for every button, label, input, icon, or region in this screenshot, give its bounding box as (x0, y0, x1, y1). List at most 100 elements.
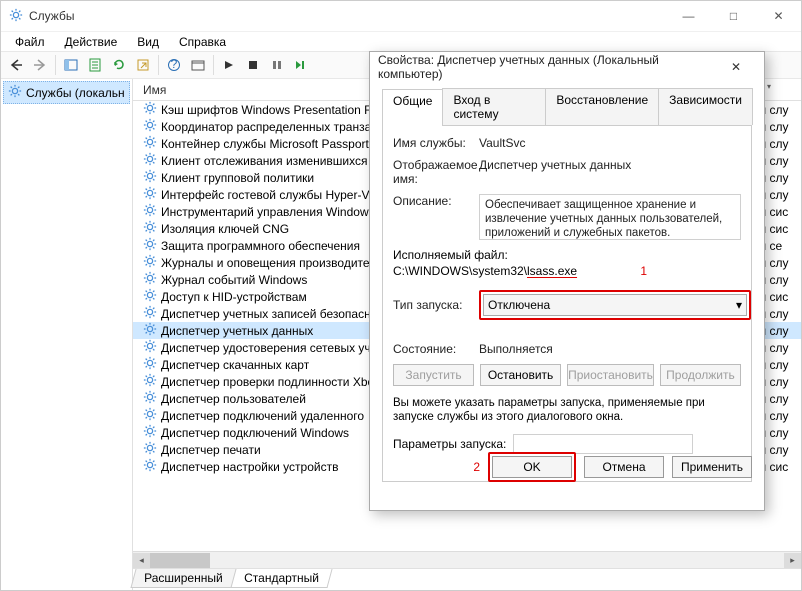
maximize-button[interactable]: □ (711, 1, 756, 31)
gear-icon (143, 101, 157, 118)
gear-icon (143, 288, 157, 305)
properties-icon[interactable] (84, 54, 106, 76)
dialog-close-button[interactable]: ✕ (716, 53, 756, 81)
startup-type-value: Отключена (488, 298, 550, 312)
menu-view[interactable]: Вид (127, 33, 169, 51)
val-service-name: VaultSvc (479, 136, 741, 150)
gear-icon (143, 339, 157, 356)
ok-button[interactable]: OK (492, 456, 572, 478)
svg-text:?: ? (171, 57, 178, 71)
col-name[interactable]: Имя (143, 83, 363, 97)
list-item-label: Кэш шрифтов Windows Presentation F… (161, 103, 384, 117)
val-display-name: Диспетчер учетных данных (479, 158, 741, 172)
pause-service-button[interactable] (266, 54, 288, 76)
startup-type-select[interactable]: Отключена ▾ (483, 294, 747, 316)
gear-icon (143, 322, 157, 339)
menu-help[interactable]: Справка (169, 33, 236, 51)
gear-icon (143, 407, 157, 424)
apply-button[interactable]: Применить (672, 456, 752, 478)
close-button[interactable]: ✕ (756, 1, 801, 31)
toolbar-separator-2 (158, 55, 159, 75)
gear-icon (143, 458, 157, 475)
list-item-label: Клиент отслеживания изменившихся с… (161, 154, 389, 168)
list-item-label: Диспетчер настройки устройств (161, 460, 338, 474)
list-item-label: Диспетчер скачанных карт (161, 358, 309, 372)
lbl-service-name: Имя службы: (393, 136, 479, 150)
start-params-input[interactable] (513, 434, 693, 454)
description-textbox[interactable]: Обеспечивает защищенное хранение и извле… (479, 194, 741, 240)
menu-file[interactable]: Файл (5, 33, 55, 51)
tab-extended[interactable]: Расширенный (130, 569, 236, 588)
scroll-thumb[interactable] (150, 553, 210, 568)
list-item-label: Диспетчер подключений Windows (161, 426, 349, 440)
list-item-label: Координатор распределенных транзак… (161, 120, 389, 134)
list-item-label: Журналы и оповещения производите… (161, 256, 382, 270)
start-button[interactable]: Запустить (393, 364, 474, 386)
lbl-exec-path: Исполняемый файл: (393, 248, 741, 262)
list-item-label: Диспетчер удостоверения сетевых уча… (161, 341, 389, 355)
show-hide-tree-button[interactable] (60, 54, 82, 76)
dialog-tabs: Общие Вход в систему Восстановление Зави… (382, 88, 752, 126)
gear-icon (143, 118, 157, 135)
horizontal-scrollbar[interactable]: ◂ ▸ (133, 551, 801, 568)
pause-button[interactable]: Приостановить (567, 364, 654, 386)
lbl-state: Состояние: (393, 342, 479, 356)
list-item-label: Интерфейс гостевой службы Hyper-V (161, 188, 369, 202)
restart-service-button[interactable] (290, 54, 312, 76)
cancel-button[interactable]: Отмена (584, 456, 664, 478)
tab-dependencies[interactable]: Зависимости (658, 88, 753, 125)
refresh-button[interactable] (108, 54, 130, 76)
val-exec-path-file: lsass.exe (527, 264, 577, 278)
lbl-startup-type: Тип запуска: (393, 298, 479, 312)
tree-node-services[interactable]: Службы (локальн (3, 81, 130, 104)
tree-pane: Службы (локальн (1, 79, 133, 590)
stop-service-button[interactable] (242, 54, 264, 76)
gear-icon (143, 237, 157, 254)
dialog-buttons: 2 OK Отмена Применить (473, 452, 752, 482)
gear-icon (143, 254, 157, 271)
gear-icon (143, 441, 157, 458)
gear-icon (143, 356, 157, 373)
toolbar-window-icon[interactable] (187, 54, 209, 76)
start-service-button[interactable] (218, 54, 240, 76)
gear-icon (143, 220, 157, 237)
list-item-label: Диспетчер подключений удаленного … (161, 409, 379, 423)
sort-caret-icon: ▾ (767, 82, 771, 91)
list-item-label: Клиент групповой политики (161, 171, 314, 185)
titlebar: Службы — □ ✕ (1, 1, 801, 31)
lbl-description: Описание: (393, 194, 479, 208)
stop-button[interactable]: Остановить (480, 364, 561, 386)
scroll-left-button[interactable]: ◂ (133, 553, 150, 568)
app-gear-icon (9, 8, 23, 25)
help-button[interactable]: ? (163, 54, 185, 76)
main-window: Службы — □ ✕ Файл Действие Вид Справка ? (0, 0, 802, 591)
dialog-title: Свойства: Диспетчер учетных данных (Лока… (378, 53, 716, 81)
tab-general[interactable]: Общие (382, 89, 443, 126)
resume-button[interactable]: Продолжить (660, 364, 741, 386)
annotation-1: 1 (640, 264, 647, 278)
back-button[interactable] (5, 54, 27, 76)
tab-logon[interactable]: Вход в систему (442, 88, 546, 125)
minimize-button[interactable]: — (666, 1, 711, 31)
gear-icon (143, 390, 157, 407)
list-item-label: Доступ к HID-устройствам (161, 290, 307, 304)
tab-recovery[interactable]: Восстановление (545, 88, 659, 125)
tab-standard[interactable]: Стандартный (230, 569, 332, 588)
properties-dialog: Свойства: Диспетчер учетных данных (Лока… (369, 51, 765, 511)
menu-action[interactable]: Действие (55, 33, 128, 51)
val-state: Выполняется (479, 342, 741, 356)
list-item-label: Диспетчер проверки подлинности Xbo… (161, 375, 386, 389)
chevron-down-icon: ▾ (736, 298, 742, 312)
gear-icon (143, 135, 157, 152)
list-item-label: Журнал событий Windows (161, 273, 307, 287)
dialog-body: Общие Вход в систему Восстановление Зави… (370, 82, 764, 492)
scroll-right-button[interactable]: ▸ (784, 553, 801, 568)
state-buttons: Запустить Остановить Приостановить Продо… (393, 364, 741, 386)
list-item-label: Диспетчер печати (161, 443, 261, 457)
window-title: Службы (29, 9, 666, 23)
gear-icon (143, 271, 157, 288)
export-icon[interactable] (132, 54, 154, 76)
dialog-titlebar: Свойства: Диспетчер учетных данных (Лока… (370, 52, 764, 82)
tree-node-label: Службы (локальн (26, 86, 125, 100)
forward-button[interactable] (29, 54, 51, 76)
